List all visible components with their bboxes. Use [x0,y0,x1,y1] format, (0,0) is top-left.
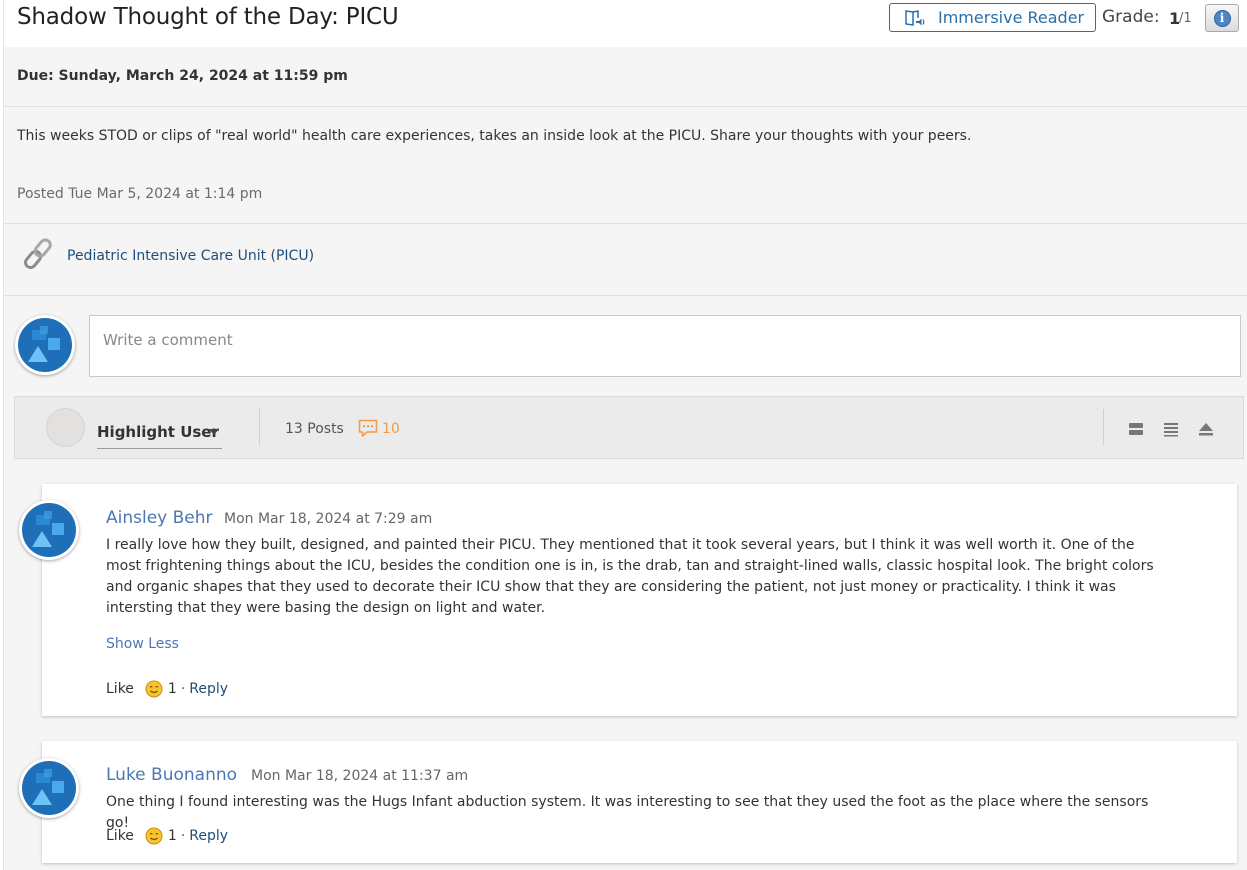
info-button[interactable]: i [1205,4,1239,32]
post-author[interactable]: Luke Buonanno [106,765,237,785]
speech-bubble-icon[interactable] [358,419,378,438]
reply-button[interactable]: Reply [189,828,228,844]
immersive-reader-button[interactable]: Immersive Reader [889,3,1096,32]
grade-label: Grade: [1102,7,1160,27]
unread-count[interactable]: 10 [382,421,400,437]
header: Shadow Thought of the Day: PICU Immersiv… [4,0,1247,47]
post-date: Mon Mar 18, 2024 at 7:29 am [224,511,433,527]
post-body: I really love how they built, designed, … [106,537,1154,616]
immersive-reader-label: Immersive Reader [938,8,1085,27]
avatar [19,758,79,818]
comment-input[interactable]: Write a comment [89,315,1241,377]
avatar [19,500,79,560]
smiley-icon [145,827,163,845]
assignment-description: This weeks STOD or clips of "real world"… [17,128,972,144]
show-less-link[interactable]: Show Less [106,636,179,652]
posted-date: Posted Tue Mar 5, 2024 at 1:14 pm [17,186,263,202]
avatar-icon [22,761,76,815]
post-body: One thing I found interesting was the Hu… [106,794,1149,831]
divider [4,295,1247,296]
discussion-toolbar: Highlight User 13 Posts 10 [14,396,1244,459]
highlight-user-avatar [46,408,85,447]
avatar [15,315,75,375]
like-count: 1 [167,828,177,844]
reply-button[interactable]: Reply [189,681,228,697]
highlight-user-dropdown[interactable]: Highlight User [97,419,222,449]
page-title: Shadow Thought of the Day: PICU [17,4,399,30]
post-date: Mon Mar 18, 2024 at 11:37 am [251,768,469,784]
list-view-icon[interactable] [1163,421,1179,437]
discussion-post: Luke Buonanno Mon Mar 18, 2024 at 11:37 … [42,741,1237,863]
separator-dot: · [180,828,186,844]
collapse-all-icon[interactable] [1198,421,1214,437]
like-button[interactable]: Like [106,828,134,844]
post-actions: Like 1 · Reply [106,827,228,845]
info-icon: i [1213,9,1231,27]
grade-max: /1 [1179,11,1192,26]
smiley-icon [145,680,163,698]
separator-dot: · [180,681,186,697]
resource-link[interactable]: Pediatric Intensive Care Unit (PICU) [67,248,314,264]
discussion-page: Shadow Thought of the Day: PICU Immersiv… [3,0,1247,870]
due-date: Due: Sunday, March 24, 2024 at 11:59 pm [17,68,348,84]
chevron-down-icon [209,429,219,435]
like-count: 1 [167,681,177,697]
divider [4,223,1247,224]
chain-link-icon [24,238,52,270]
avatar-icon [18,318,72,372]
divider [259,409,260,445]
highlight-user-label: Highlight User [97,423,219,441]
post-author[interactable]: Ainsley Behr [106,508,213,528]
avatar-icon [22,503,76,557]
expanded-view-icon[interactable] [1128,421,1144,437]
like-button[interactable]: Like [106,681,134,697]
immersive-reader-icon [905,9,925,26]
post-actions: Like 1 · Reply [106,680,228,698]
divider [4,106,1247,107]
discussion-post: Ainsley Behr Mon Mar 18, 2024 at 7:29 am… [42,484,1237,716]
posts-count: 13 Posts [285,421,344,437]
divider [1103,409,1104,445]
